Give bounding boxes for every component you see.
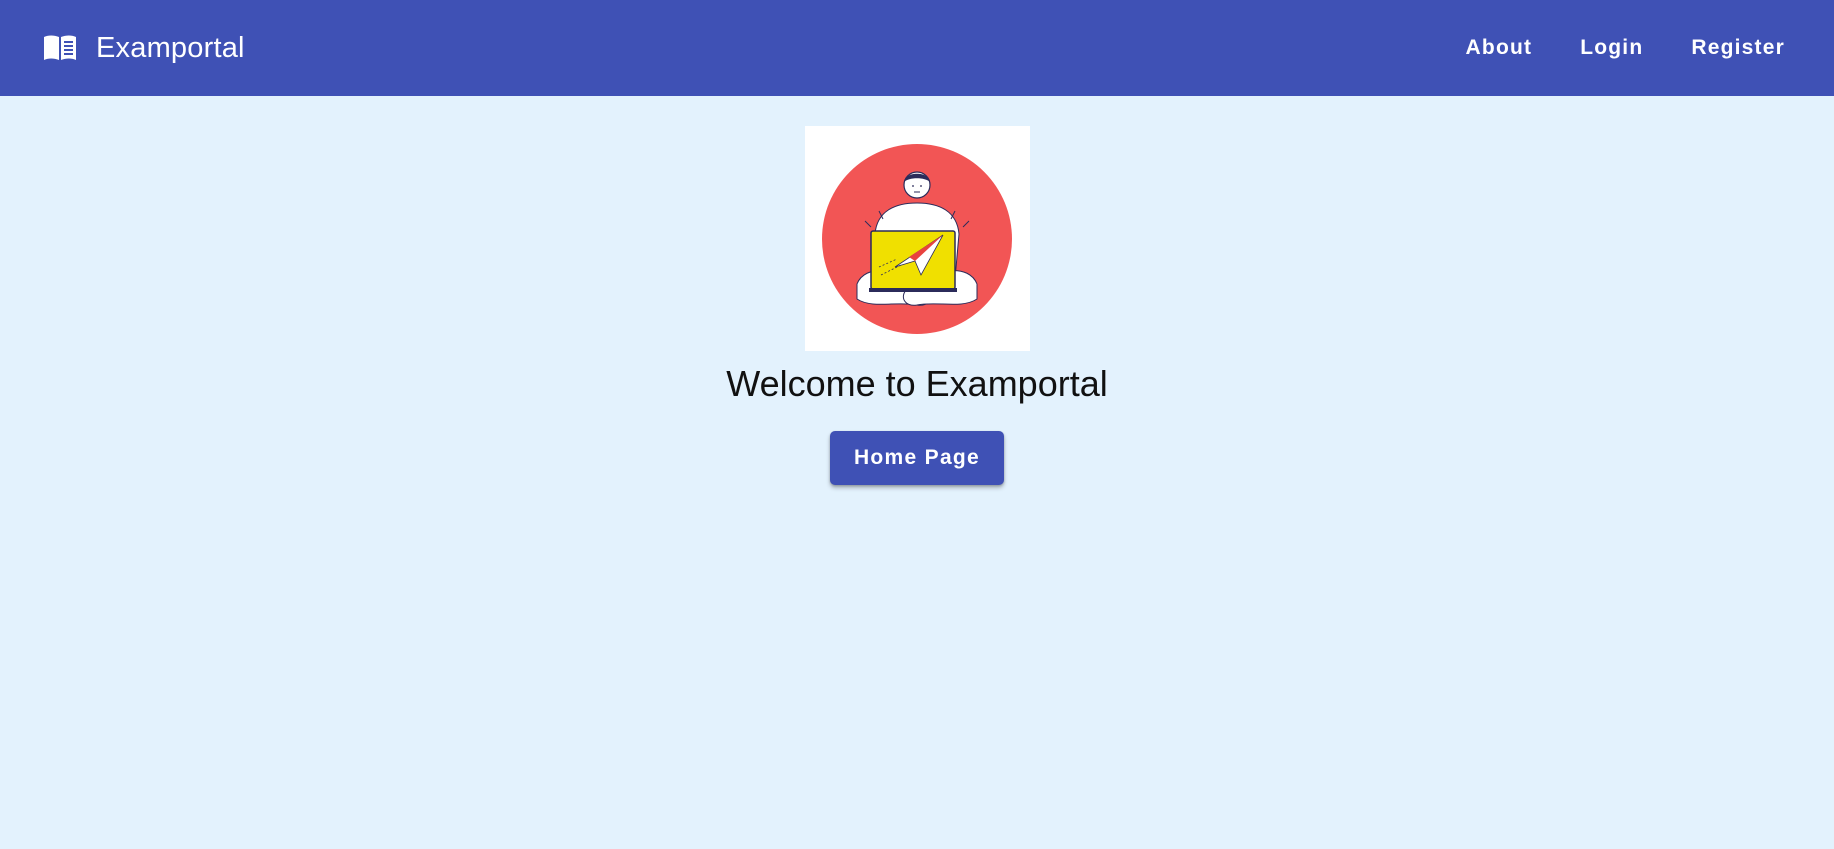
main-content: Welcome to Examportal Home Page [0, 96, 1834, 849]
welcome-heading: Welcome to Examportal [726, 363, 1108, 404]
app-title: Examportal [96, 31, 245, 64]
nav-about-button[interactable]: About [1442, 26, 1557, 70]
top-toolbar: Examportal About Login Register [0, 0, 1834, 96]
menu-book-icon [42, 34, 78, 62]
nav-register-button[interactable]: Register [1667, 26, 1809, 70]
home-page-button[interactable]: Home Page [829, 431, 1005, 485]
brand[interactable]: Examportal [42, 32, 245, 65]
nav-login-button[interactable]: Login [1556, 26, 1667, 70]
hero-illustration [804, 126, 1030, 351]
